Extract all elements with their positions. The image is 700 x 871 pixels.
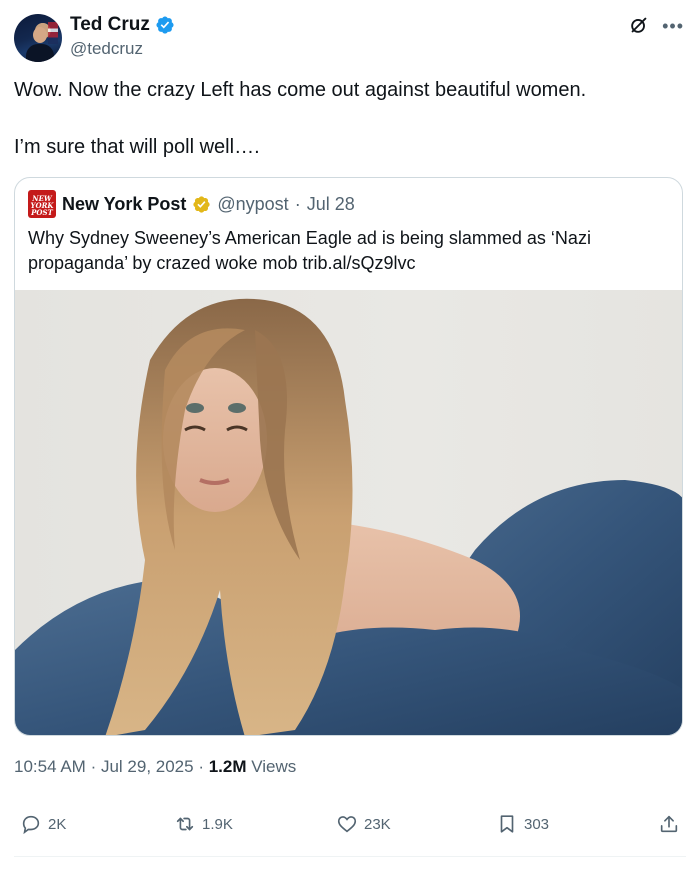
avatar-suit [26, 44, 54, 62]
tweet-card: Ted Cruz @tedcruz ••• Wow. Now the crazy… [0, 0, 700, 871]
quoted-text: Why Sydney Sweeney’s American Eagle ad i… [28, 226, 668, 276]
reply-button[interactable]: 2K [20, 813, 66, 835]
avatar-flag [48, 22, 58, 44]
quoted-date[interactable]: Jul 28 [307, 194, 355, 215]
tweet-time[interactable]: 10:54 AM [14, 757, 86, 776]
repost-count: 1.9K [202, 815, 233, 833]
grok-icon[interactable] [628, 14, 650, 36]
tweet-header: Ted Cruz @tedcruz ••• [14, 12, 686, 64]
share-button[interactable] [658, 813, 680, 835]
bottom-divider [14, 856, 686, 857]
author-avatar[interactable] [14, 14, 62, 62]
quoted-text-line-2: propaganda’ by crazed woke mob trib.al/s… [28, 253, 416, 273]
quoted-header: NEW YORK POST New York Post @nypost · Jul … [28, 190, 355, 218]
like-button[interactable]: 23K [336, 813, 391, 835]
views-label: Views [251, 757, 297, 776]
quoted-photo[interactable] [15, 290, 682, 735]
author-handle[interactable]: @tedcruz [70, 39, 143, 59]
nypost-logo: NEW YORK POST [28, 190, 56, 218]
verified-badge-icon [156, 16, 174, 34]
action-bar: 2K 1.9K 23K 303 [14, 813, 686, 845]
photo-illustration [15, 298, 682, 735]
more-options-icon[interactable]: ••• [662, 16, 684, 37]
share-icon [660, 815, 678, 833]
quoted-handle[interactable]: @nypost [217, 194, 288, 215]
repost-icon [176, 817, 194, 831]
gold-verified-badge-icon [193, 195, 210, 213]
tweet-text-line-2: I’m sure that will poll well…. [14, 136, 260, 158]
meta-separator-2: · [198, 757, 209, 776]
tweet-meta: 10:54 AM · Jul 29, 2025 · 1.2M Views [14, 757, 296, 777]
reply-count: 2K [48, 815, 67, 833]
bookmark-button[interactable]: 303 [496, 813, 549, 835]
author-name-row: Ted Cruz [70, 14, 175, 36]
author-name[interactable]: Ted Cruz [70, 14, 150, 36]
bookmark-icon [500, 815, 514, 833]
tweet-text: Wow. Now the crazy Left has come out aga… [14, 77, 674, 191]
repost-button[interactable]: 1.9K [174, 813, 233, 835]
heart-icon [337, 816, 357, 833]
meta-separator: · [90, 757, 101, 776]
quoted-name[interactable]: New York Post [62, 194, 186, 215]
bookmark-count: 303 [524, 815, 550, 833]
quoted-text-line-1: Why Sydney Sweeney’s American Eagle ad i… [28, 228, 591, 248]
quoted-separator: · [294, 193, 301, 214]
quoted-tweet[interactable]: NEW YORK POST New York Post @nypost · Jul … [14, 177, 683, 736]
tweet-text-line-1: Wow. Now the crazy Left has come out aga… [14, 79, 587, 101]
like-count: 23K [364, 815, 391, 833]
tweet-date[interactable]: Jul 29, 2025 [101, 757, 194, 776]
views-count: 1.2M [208, 757, 247, 776]
reply-icon [22, 815, 40, 835]
avatar-face [33, 27, 47, 43]
